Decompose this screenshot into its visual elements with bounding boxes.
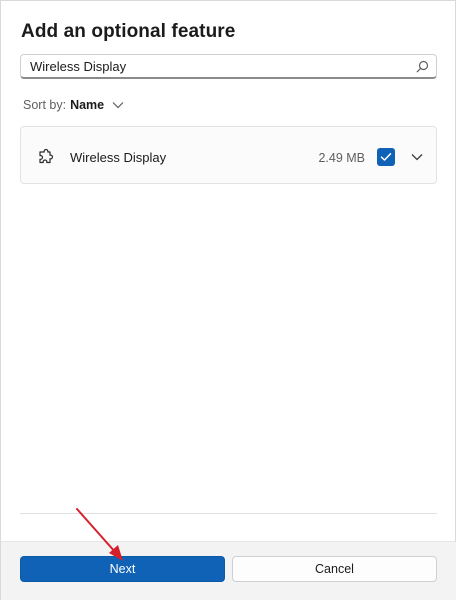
search-icon[interactable] [416,60,429,73]
chevron-down-icon [112,102,124,109]
chevron-down-icon[interactable] [410,150,424,164]
puzzle-icon [39,148,54,164]
search-box[interactable] [20,54,437,79]
sort-by-dropdown[interactable]: Sort by: Name [23,98,124,112]
dialog-footer: Next Cancel [1,541,456,600]
search-input[interactable] [21,55,411,78]
dialog-title: Add an optional feature [21,21,236,42]
feature-list: Wireless Display 2.49 MB [20,126,437,184]
feature-checkbox[interactable] [377,148,395,166]
next-button[interactable]: Next [20,556,225,582]
feature-name: Wireless Display [70,150,167,165]
sort-value: Name [70,98,105,112]
cancel-button[interactable]: Cancel [232,556,437,582]
divider [20,513,437,514]
add-optional-feature-dialog: Add an optional feature Sort by: Name Wi… [0,0,456,600]
sort-label: Sort by: [23,98,67,112]
checkmark-icon [380,153,392,161]
feature-size: 2.49 MB [318,151,365,165]
